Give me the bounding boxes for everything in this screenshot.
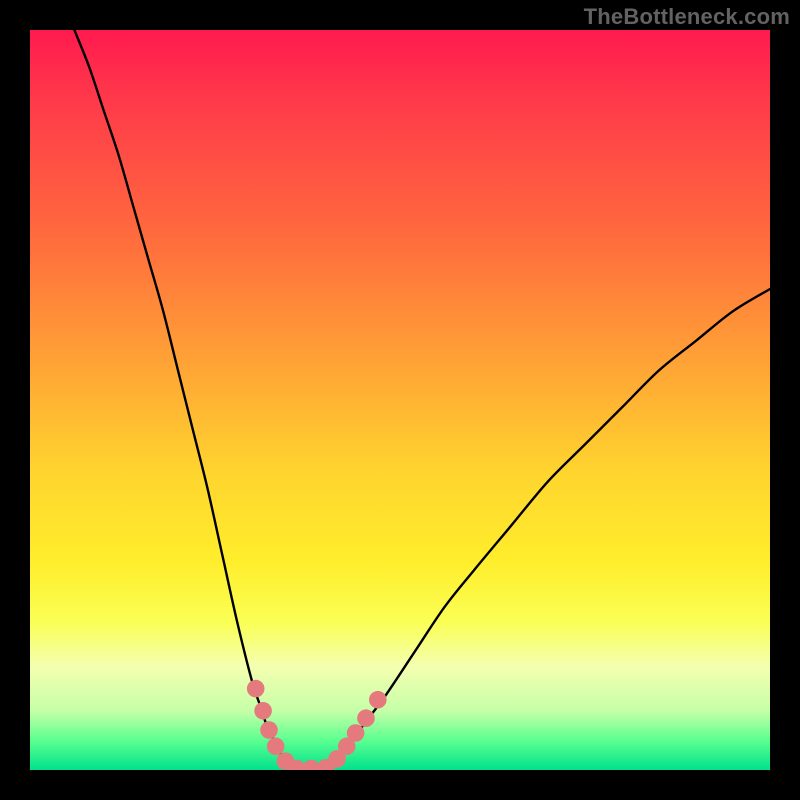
curve-marker [254,702,272,720]
curve-marker [357,709,375,727]
curve-marker [267,738,285,756]
curve-marker [260,721,278,739]
curve-marker [347,724,365,742]
watermark-text: TheBottleneck.com [584,4,790,30]
plot-area [30,30,770,770]
chart-frame: TheBottleneck.com [0,0,800,800]
chart-svg [30,30,770,770]
bottleneck-curve [74,30,770,770]
curve-marker [247,680,265,698]
curve-marker [369,691,387,709]
curve-markers [247,680,387,770]
